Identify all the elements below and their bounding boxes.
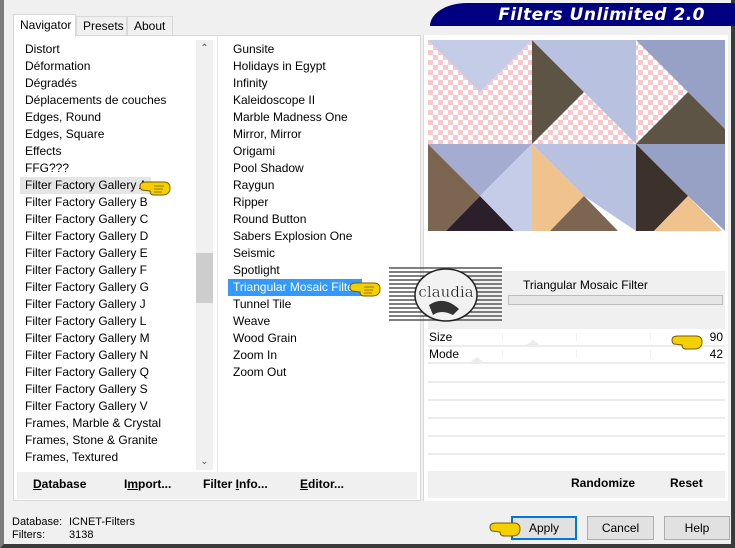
list-item[interactable]: Seismic bbox=[228, 245, 418, 262]
list-item[interactable]: Dégradés bbox=[20, 75, 202, 92]
status-area: Database: ICNET-Filters Filters: 3138 bbox=[12, 516, 135, 542]
list-item[interactable]: Edges, Square bbox=[20, 126, 202, 143]
list-item[interactable]: Holidays in Egypt bbox=[228, 58, 418, 75]
navigator-panel: Distort Déformation Dégradés Déplacements d… bbox=[13, 35, 421, 501]
list-item[interactable]: Marble Madness One bbox=[228, 109, 418, 126]
param-label: Mode bbox=[429, 347, 460, 361]
list-item[interactable]: Distort bbox=[20, 41, 202, 58]
editor-button[interactable]: Editor... bbox=[300, 477, 344, 491]
list-item[interactable]: Filter Factory Gallery E bbox=[20, 245, 202, 262]
list-item[interactable]: Zoom In bbox=[228, 347, 418, 364]
database-value: ICNET-Filters bbox=[69, 516, 135, 528]
list-item[interactable]: Filter Factory Gallery L bbox=[20, 313, 202, 330]
list-item[interactable]: Filter Factory Gallery S bbox=[20, 381, 202, 398]
progress-bar bbox=[508, 295, 723, 305]
category-list[interactable]: Distort Déformation Dégradés Déplacements d… bbox=[20, 41, 202, 469]
list-item[interactable]: Wood Grain bbox=[228, 330, 418, 347]
list-item[interactable]: Filter Factory Gallery B bbox=[20, 194, 202, 211]
list-item[interactable]: Filter Factory Gallery M bbox=[20, 330, 202, 347]
database-label: Database: bbox=[12, 516, 63, 528]
navigator-toolbar: Database Import... Filter Info... Editor… bbox=[17, 472, 417, 499]
randomize-button[interactable]: Randomize bbox=[571, 476, 635, 490]
pointer-hand-icon bbox=[489, 522, 521, 537]
list-item[interactable]: Frames, Textured bbox=[20, 449, 202, 466]
list-item[interactable]: Gunsite bbox=[228, 41, 418, 58]
database-button[interactable]: Database bbox=[33, 477, 86, 491]
tab-presets[interactable]: Presets bbox=[76, 16, 127, 36]
param-value: 90 bbox=[709, 330, 723, 344]
param-label: Size bbox=[429, 330, 453, 344]
watermark-text: claudia bbox=[418, 283, 473, 301]
list-item[interactable]: Sabers Explosion One bbox=[228, 228, 418, 245]
import-button[interactable]: Import... bbox=[124, 477, 171, 491]
list-item[interactable]: Ripper bbox=[228, 194, 418, 211]
preview-image bbox=[428, 40, 725, 231]
filter-name-label: Triangular Mosaic Filter bbox=[523, 278, 648, 292]
watermark-logo: claudia bbox=[389, 267, 502, 322]
list-item[interactable]: Filter Factory Gallery J bbox=[20, 296, 202, 313]
list-item[interactable]: Edges, Round bbox=[20, 109, 202, 126]
filters-label: Filters: bbox=[12, 529, 45, 541]
list-item[interactable]: Filter Factory Gallery N bbox=[20, 347, 202, 364]
list-item[interactable]: Origami bbox=[228, 143, 418, 160]
filter-info-button[interactable]: Filter Info... bbox=[203, 477, 268, 491]
cancel-button[interactable]: Cancel bbox=[587, 516, 654, 540]
list-item[interactable]: Filter Factory Gallery F bbox=[20, 262, 202, 279]
scroll-up-button[interactable]: ⌃ bbox=[196, 40, 213, 57]
list-item[interactable]: Déformation bbox=[20, 58, 202, 75]
title-banner: Filters Unlimited 2.0 bbox=[430, 3, 735, 26]
category-scrollbar[interactable]: ⌃ ⌄ bbox=[196, 40, 213, 470]
help-button[interactable]: Help bbox=[664, 516, 730, 540]
list-item[interactable]: Mirror, Mirror bbox=[228, 126, 418, 143]
filter-list[interactable]: Gunsite Holidays in Egypt Infinity Kaleidos… bbox=[228, 41, 418, 469]
empty-param-row bbox=[428, 399, 725, 401]
list-item[interactable]: Pool Shadow bbox=[228, 160, 418, 177]
list-item[interactable]: Filter Factory Gallery C bbox=[20, 211, 202, 228]
list-item[interactable]: FFG??? bbox=[20, 160, 202, 177]
list-item[interactable]: Effects bbox=[20, 143, 202, 160]
tab-navigator[interactable]: Navigator bbox=[13, 14, 76, 37]
pointer-hand-icon bbox=[349, 282, 381, 297]
reset-button[interactable]: Reset bbox=[670, 476, 703, 490]
list-item[interactable]: Frames, Stone & Granite bbox=[20, 432, 202, 449]
empty-param-row bbox=[428, 453, 725, 455]
list-item[interactable]: Kaleidoscope II bbox=[228, 92, 418, 109]
empty-param-row bbox=[428, 435, 725, 437]
list-item[interactable]: Round Button bbox=[228, 211, 418, 228]
list-item[interactable]: Filter Factory Gallery D bbox=[20, 228, 202, 245]
filter-toolbar: Randomize Reset bbox=[428, 471, 725, 498]
scroll-thumb[interactable] bbox=[196, 253, 213, 303]
list-item[interactable]: Filter Factory Gallery V bbox=[20, 398, 202, 415]
column-divider bbox=[217, 36, 218, 476]
list-item[interactable]: Zoom Out bbox=[228, 364, 418, 381]
pointer-hand-icon bbox=[139, 181, 171, 196]
list-item[interactable]: Filter Factory Gallery A bbox=[20, 177, 152, 194]
list-item[interactable]: Triangular Mosaic Filter bbox=[228, 279, 362, 296]
tab-about[interactable]: About bbox=[127, 16, 173, 36]
filters-count: 3138 bbox=[69, 529, 94, 541]
list-item[interactable]: Raygun bbox=[228, 177, 418, 194]
slider-marker[interactable] bbox=[467, 357, 486, 364]
list-item[interactable]: Infinity bbox=[228, 75, 418, 92]
scroll-down-button[interactable]: ⌄ bbox=[196, 453, 213, 470]
empty-param-row bbox=[428, 417, 725, 419]
list-item[interactable]: Filter Factory Gallery G bbox=[20, 279, 202, 296]
pointer-hand-icon bbox=[671, 335, 703, 350]
empty-param-row bbox=[428, 381, 725, 383]
list-item[interactable]: Frames, Marble & Crystal bbox=[20, 415, 202, 432]
list-item[interactable]: Filter Factory Gallery Q bbox=[20, 364, 202, 381]
list-item[interactable]: Déplacements de couches bbox=[20, 92, 202, 109]
app-title: Filters Unlimited 2.0 bbox=[498, 5, 705, 25]
param-value: 42 bbox=[709, 347, 723, 361]
